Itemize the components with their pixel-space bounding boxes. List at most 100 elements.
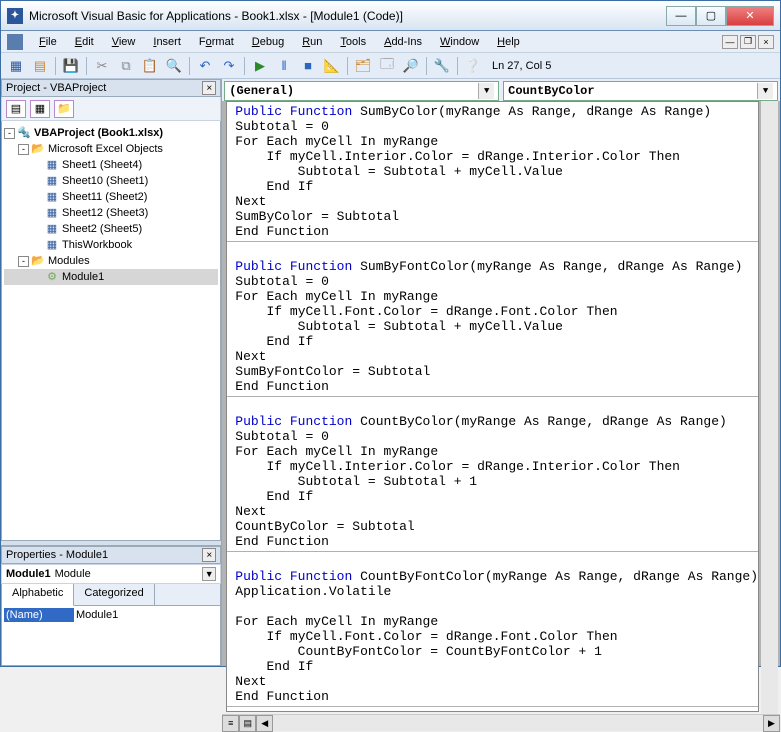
workbook-icon: ▦ bbox=[45, 239, 59, 252]
sheet-icon: ▦ bbox=[45, 175, 59, 188]
app-icon: ✦ bbox=[7, 8, 23, 24]
procedure-view-button[interactable]: ≡ bbox=[222, 715, 239, 732]
properties-object-type: Module bbox=[55, 568, 91, 580]
paste-button[interactable]: 📋 bbox=[139, 55, 161, 77]
object-combo[interactable]: (General) ▼ bbox=[224, 81, 499, 101]
procedure-combo[interactable]: CountByColor ▼ bbox=[503, 81, 778, 101]
mdi-minimize-button[interactable]: ― bbox=[722, 35, 738, 49]
horizontal-scrollbar[interactable]: ≡ ▤ ◀ ▶ bbox=[222, 714, 780, 731]
tree-label: Modules bbox=[48, 254, 90, 268]
sheet-icon: ▦ bbox=[45, 191, 59, 204]
expand-icon[interactable]: - bbox=[18, 144, 29, 155]
properties-button[interactable]: 🗔 bbox=[376, 55, 398, 77]
tree-sheet-3[interactable]: ▦Sheet12 (Sheet3) bbox=[4, 205, 218, 221]
code-editor[interactable]: Public Function SumByColor(myRange As Ra… bbox=[226, 101, 759, 712]
menu-window[interactable]: Window bbox=[432, 34, 487, 50]
tree-label: Sheet2 (Sheet5) bbox=[62, 222, 142, 236]
cut-button[interactable]: ✂ bbox=[91, 55, 113, 77]
tree-label: ThisWorkbook bbox=[62, 238, 132, 252]
tab-categorized[interactable]: Categorized bbox=[74, 584, 154, 605]
maximize-button[interactable]: ▢ bbox=[696, 6, 726, 26]
mdi-restore-button[interactable]: ❐ bbox=[740, 35, 756, 49]
tree-sheet-2[interactable]: ▦Sheet11 (Sheet2) bbox=[4, 189, 218, 205]
view-code-button[interactable]: ▤ bbox=[6, 100, 26, 118]
cursor-position: Ln 27, Col 5 bbox=[492, 60, 551, 72]
scroll-left-button[interactable]: ◀ bbox=[256, 715, 273, 732]
undo-button[interactable]: ↶ bbox=[194, 55, 216, 77]
run-button[interactable]: ▶ bbox=[249, 55, 271, 77]
tree-label: Sheet11 (Sheet2) bbox=[62, 190, 147, 204]
menu-view[interactable]: View bbox=[104, 34, 144, 50]
insert-module-button[interactable]: ▤ bbox=[29, 55, 51, 77]
menu-tools[interactable]: Tools bbox=[332, 34, 374, 50]
toolbox-button[interactable]: 🔧 bbox=[431, 55, 453, 77]
menu-debug[interactable]: Debug bbox=[244, 34, 292, 50]
tree-thisworkbook[interactable]: ▦ThisWorkbook bbox=[4, 237, 218, 253]
menu-insert[interactable]: Insert bbox=[145, 34, 189, 50]
window-title: Microsoft Visual Basic for Applications … bbox=[29, 9, 666, 23]
menubar: FileEditViewInsertFormatDebugRunToolsAdd… bbox=[1, 31, 780, 53]
tree-label: Microsoft Excel Objects bbox=[48, 142, 163, 156]
object-combo-value: (General) bbox=[229, 84, 294, 98]
properties-object-selector[interactable]: Module1 Module ▼ bbox=[1, 564, 221, 584]
view-object-button[interactable]: ▦ bbox=[30, 100, 50, 118]
menu-run[interactable]: Run bbox=[294, 34, 330, 50]
property-row[interactable]: (Name) Module1 bbox=[4, 608, 218, 622]
save-button[interactable]: 💾 bbox=[60, 55, 82, 77]
tree-sheet-4[interactable]: ▦Sheet2 (Sheet5) bbox=[4, 221, 218, 237]
minimize-button[interactable]: ― bbox=[666, 6, 696, 26]
tree-label: VBAProject (Book1.xlsx) bbox=[34, 126, 163, 140]
properties-panel-close-button[interactable]: × bbox=[202, 548, 216, 562]
tree-label: Sheet1 (Sheet4) bbox=[62, 158, 142, 172]
excel-icon bbox=[7, 34, 23, 50]
redo-button[interactable]: ↷ bbox=[218, 55, 240, 77]
expand-icon[interactable]: - bbox=[4, 128, 15, 139]
close-button[interactable]: ✕ bbox=[726, 6, 774, 26]
property-name: (Name) bbox=[4, 608, 74, 622]
scroll-right-button[interactable]: ▶ bbox=[763, 715, 780, 732]
vertical-scrollbar[interactable] bbox=[761, 101, 778, 714]
expand-icon[interactable]: - bbox=[18, 256, 29, 267]
titlebar: ✦ Microsoft Visual Basic for Application… bbox=[1, 1, 780, 31]
menu-add-ins[interactable]: Add-Ins bbox=[376, 34, 430, 50]
tree-modules[interactable]: -📂Modules bbox=[4, 253, 218, 269]
break-button[interactable]: ‖ bbox=[273, 55, 295, 77]
copy-button[interactable]: ⧉ bbox=[115, 55, 137, 77]
design-mode-button[interactable]: 📐 bbox=[321, 55, 343, 77]
dropdown-icon[interactable]: ▼ bbox=[202, 567, 216, 581]
mdi-close-button[interactable]: × bbox=[758, 35, 774, 49]
tree-sheet-1[interactable]: ▦Sheet10 (Sheet1) bbox=[4, 173, 218, 189]
tree-excel-objects[interactable]: -📂Microsoft Excel Objects bbox=[4, 141, 218, 157]
toggle-folders-button[interactable]: 📁 bbox=[54, 100, 74, 118]
menu-help[interactable]: Help bbox=[489, 34, 528, 50]
project-panel-title: Project - VBAProject × bbox=[1, 79, 221, 97]
view-excel-button[interactable]: ▦ bbox=[5, 55, 27, 77]
dropdown-icon[interactable]: ▼ bbox=[757, 83, 773, 99]
dropdown-icon[interactable]: ▼ bbox=[478, 83, 494, 99]
project-tree[interactable]: -🔩VBAProject (Book1.xlsx)-📂Microsoft Exc… bbox=[1, 121, 221, 541]
toolbar: ▦ ▤ 💾 ✂ ⧉ 📋 🔍 ↶ ↷ ▶ ‖ ■ 📐 🗂 🗔 🔎 🔧 ❔ Ln 2… bbox=[1, 53, 780, 79]
project-explorer-button[interactable]: 🗂 bbox=[352, 55, 374, 77]
project-panel-close-button[interactable]: × bbox=[202, 81, 216, 95]
object-browser-button[interactable]: 🔎 bbox=[400, 55, 422, 77]
full-module-view-button[interactable]: ▤ bbox=[239, 715, 256, 732]
menu-format[interactable]: Format bbox=[191, 34, 242, 50]
menu-edit[interactable]: Edit bbox=[67, 34, 102, 50]
reset-button[interactable]: ■ bbox=[297, 55, 319, 77]
module-icon: ⚙ bbox=[45, 271, 59, 284]
property-value[interactable]: Module1 bbox=[74, 608, 218, 622]
tree-module-0[interactable]: ⚙Module1 bbox=[4, 269, 218, 285]
tab-alphabetic[interactable]: Alphabetic bbox=[2, 584, 74, 606]
properties-panel-title: Properties - Module1 × bbox=[1, 546, 221, 564]
help-button[interactable]: ❔ bbox=[462, 55, 484, 77]
folder-icon: 📂 bbox=[31, 255, 45, 268]
project-icon: 🔩 bbox=[17, 127, 31, 140]
properties-grid[interactable]: (Name) Module1 bbox=[1, 606, 221, 666]
tree-sheet-0[interactable]: ▦Sheet1 (Sheet4) bbox=[4, 157, 218, 173]
tree-project-root[interactable]: -🔩VBAProject (Book1.xlsx) bbox=[4, 125, 218, 141]
tree-label: Sheet10 (Sheet1) bbox=[62, 174, 148, 188]
menu-file[interactable]: File bbox=[31, 34, 65, 50]
properties-panel-label: Properties - Module1 bbox=[6, 549, 108, 561]
find-button[interactable]: 🔍 bbox=[163, 55, 185, 77]
project-panel-label: Project - VBAProject bbox=[6, 82, 106, 94]
